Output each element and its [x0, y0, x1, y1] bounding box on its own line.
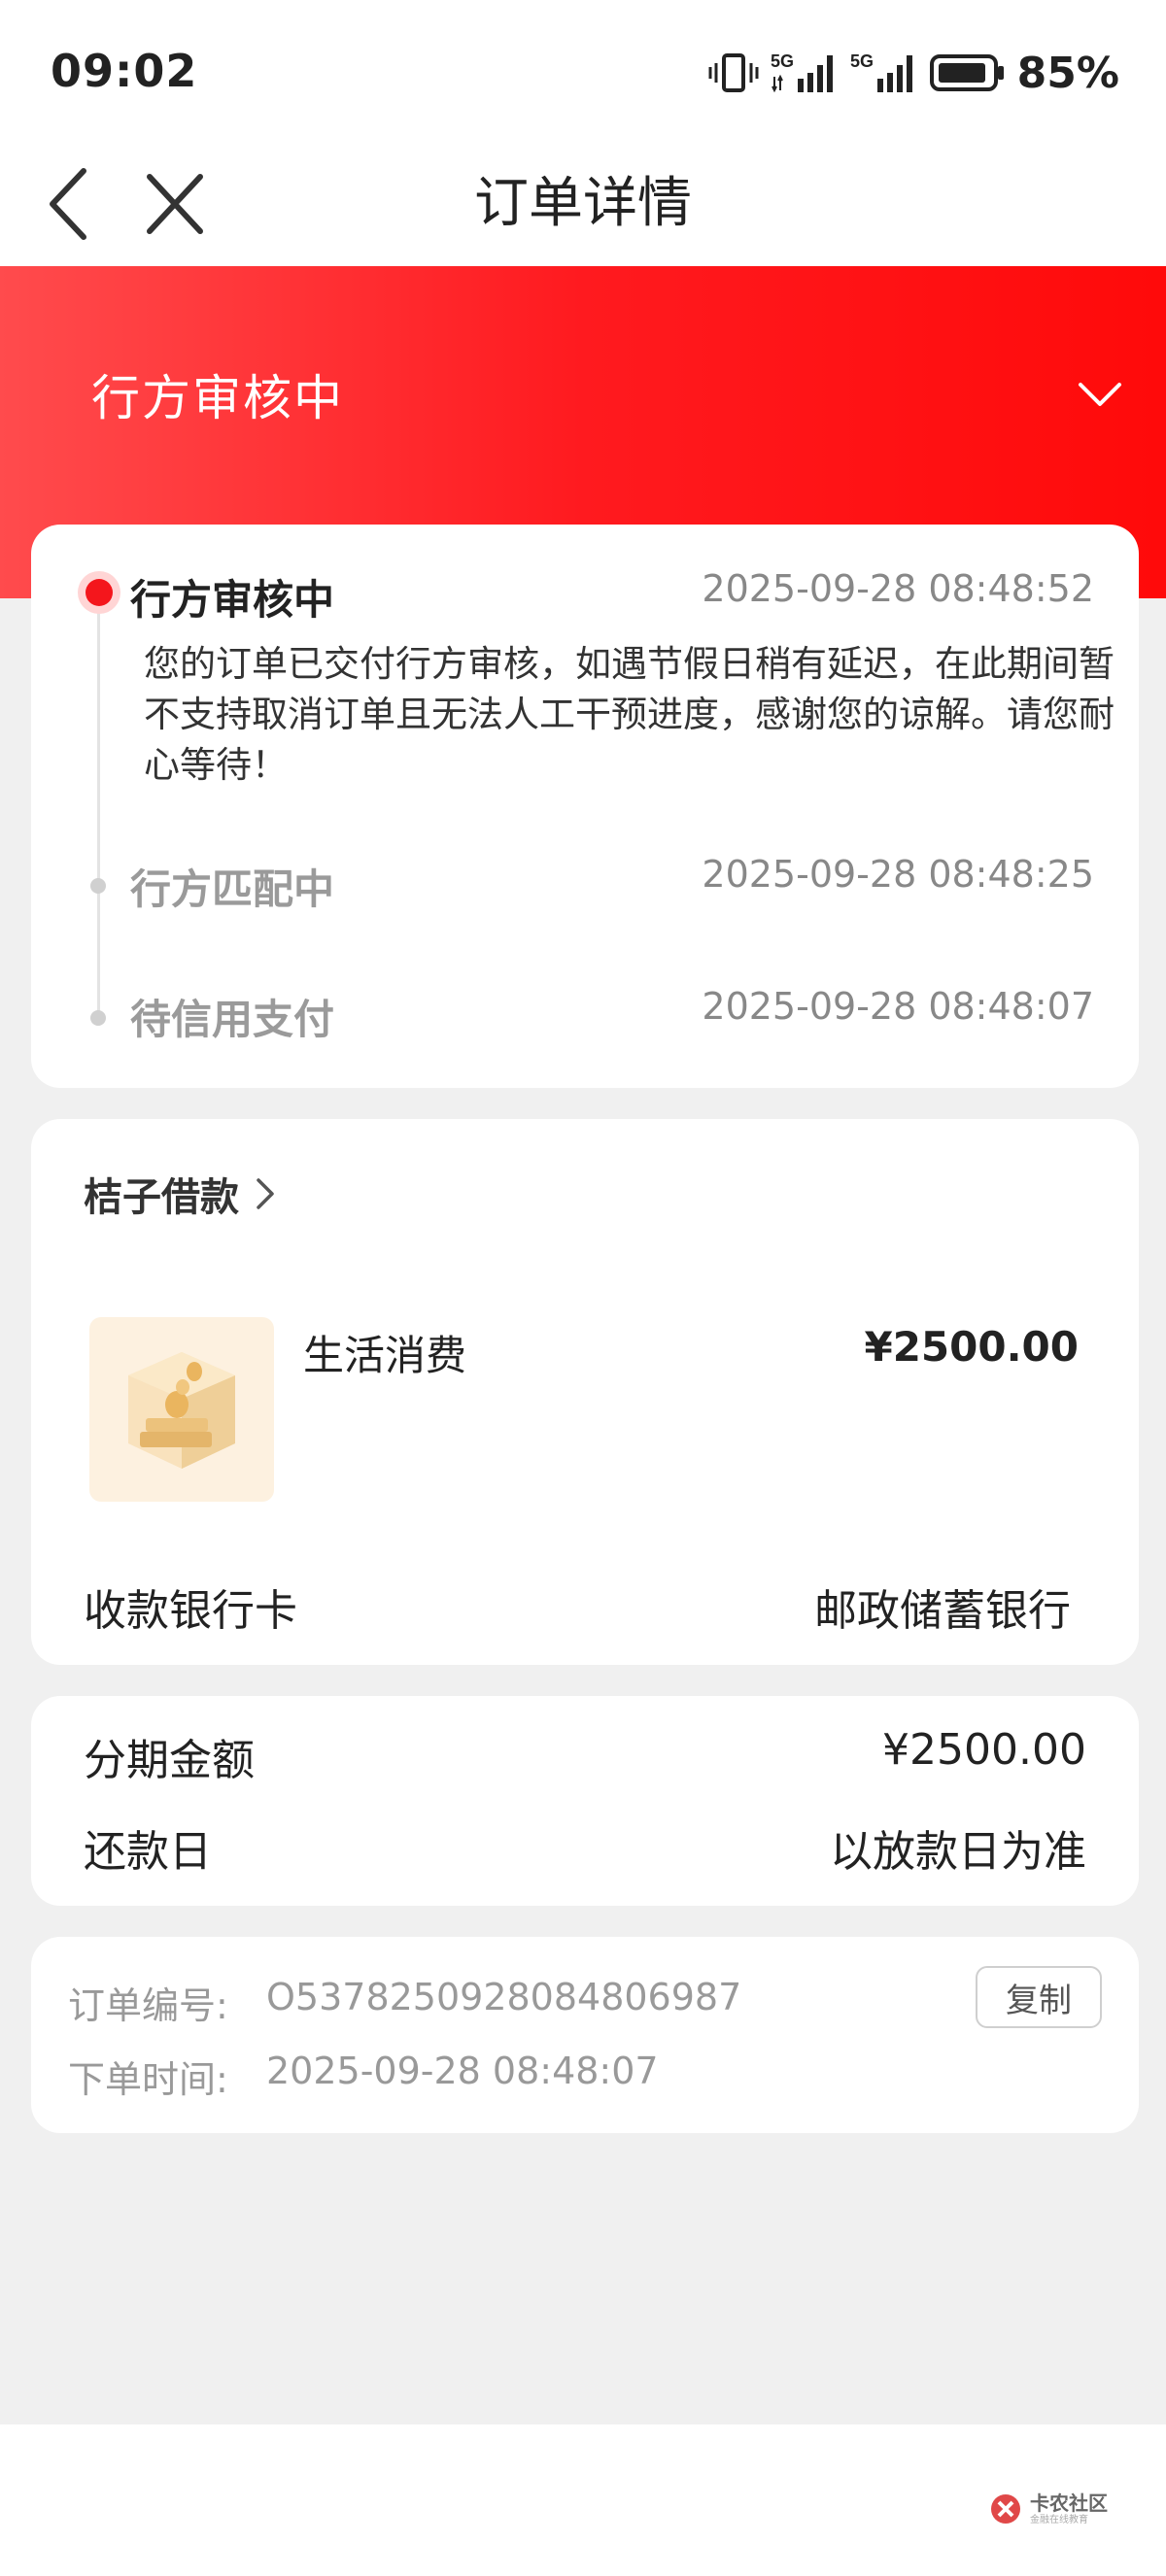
product-card: 桔子借款 生活消费 ¥2500.00 收款银行卡 邮政储蓄银行: [31, 1119, 1139, 1665]
timeline-dot: [90, 878, 106, 894]
chevron-right-icon: [257, 1178, 274, 1209]
signal-5g-icon: 5G: [771, 51, 833, 93]
coin-box-icon: [128, 1352, 235, 1469]
repay-date-label: 还款日: [84, 1827, 212, 1877]
chevron-down-icon[interactable]: [1073, 367, 1127, 422]
product-price: ¥2500.00: [864, 1323, 1079, 1371]
header-status-text: 行方审核中: [91, 370, 344, 426]
watermark: 卡农社区 金融在线教育: [989, 2492, 1108, 2525]
timeline-step-time: 2025-09-28 08:48:07: [702, 985, 1094, 1028]
battery-icon: [929, 54, 1004, 91]
status-bar: 09:02 5G 5G 85%: [0, 0, 1166, 146]
copy-button[interactable]: 复制: [976, 1966, 1102, 2028]
installment-amount-value: ¥2500.00: [882, 1725, 1086, 1775]
order-info-card: 订单编号: O5378250928084806987 复制 下单时间: 2025…: [31, 1937, 1139, 2133]
order-time-value: 2025-09-28 08:48:07: [266, 2050, 659, 2092]
timeline-line: [97, 594, 100, 1022]
order-number-value: O5378250928084806987: [266, 1976, 742, 2018]
amount-card: 分期金额 ¥2500.00 还款日 以放款日为准: [31, 1696, 1139, 1906]
repay-date-value: 以放款日为准: [830, 1827, 1086, 1877]
product-name: 生活消费: [303, 1332, 467, 1379]
timeline-active-dot: [78, 571, 120, 614]
timeline-step-time: 2025-09-28 08:48:52: [702, 567, 1094, 610]
order-number-label: 订单编号:: [68, 1984, 228, 2027]
watermark-logo-icon: [991, 2494, 1020, 2524]
product-image: [89, 1317, 274, 1502]
bank-card-label: 收款银行卡: [84, 1586, 297, 1636]
timeline-step-description: 您的订单已交付行方审核，如遇节假日稍有延迟，在此期间暂不支持取消订单且无法人工干…: [144, 643, 1115, 786]
status-time: 09:02: [51, 45, 198, 97]
watermark-text: 卡农社区: [1030, 2491, 1108, 2515]
status-icons: 5G 5G 85%: [708, 47, 1119, 99]
signal-5g-icon-2: 5G: [850, 51, 912, 92]
timeline-step-title: 行方审核中: [130, 576, 335, 624]
timeline-step-time: 2025-09-28 08:48:25: [702, 853, 1094, 896]
timeline-dot: [90, 1010, 106, 1026]
svg-text:5G: 5G: [771, 51, 794, 71]
order-time-label: 下单时间:: [68, 2058, 228, 2101]
merchant-link[interactable]: 桔子借款: [84, 1166, 280, 1222]
svg-text:5G: 5G: [850, 51, 874, 71]
timeline-step-title: 行方匹配中: [130, 865, 335, 913]
vibrate-icon: [708, 53, 759, 92]
bank-card-value: 邮政储蓄银行: [814, 1586, 1071, 1636]
merchant-name: 桔子借款: [84, 1175, 239, 1220]
battery-percent: 85%: [1016, 48, 1119, 98]
nav-bar: 订单详情: [0, 146, 1166, 266]
order-progress-card: 行方审核中 2025-09-28 08:48:52 您的订单已交付行方审核，如遇…: [31, 525, 1139, 1088]
installment-amount-label: 分期金额: [84, 1736, 255, 1785]
page-title: 订单详情: [474, 172, 692, 235]
bottom-bar: 卡农社区 金融在线教育: [0, 2424, 1166, 2576]
watermark-subtext: 金融在线教育: [1030, 2514, 1088, 2525]
timeline-step-title: 待信用支付: [130, 996, 335, 1043]
